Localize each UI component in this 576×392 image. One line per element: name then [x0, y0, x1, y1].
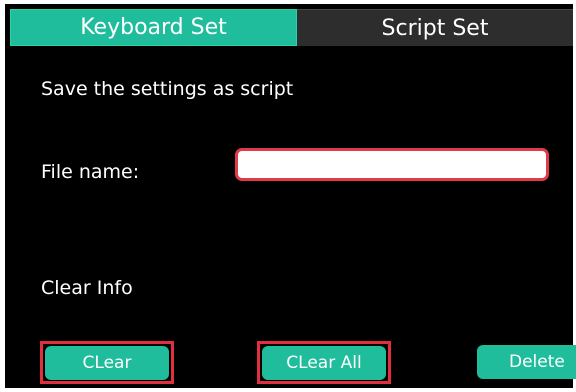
delete-button[interactable]: Delete: [477, 345, 576, 379]
file-name-label: File name:: [41, 161, 140, 183]
file-name-input[interactable]: [235, 148, 549, 181]
tab-keyboard-set[interactable]: Keyboard Set: [10, 9, 297, 46]
clear-info-title: Clear Info: [41, 277, 133, 299]
tab-script-set[interactable]: Script Set: [297, 9, 573, 46]
save-settings-title: Save the settings as script: [41, 78, 294, 100]
screen: Keyboard Set Script Set Save the setting…: [0, 0, 576, 392]
clear-button[interactable]: CLear: [45, 346, 169, 380]
clear-all-button[interactable]: CLear All: [262, 346, 386, 380]
script-settings-panel: Keyboard Set Script Set Save the setting…: [5, 4, 576, 388]
